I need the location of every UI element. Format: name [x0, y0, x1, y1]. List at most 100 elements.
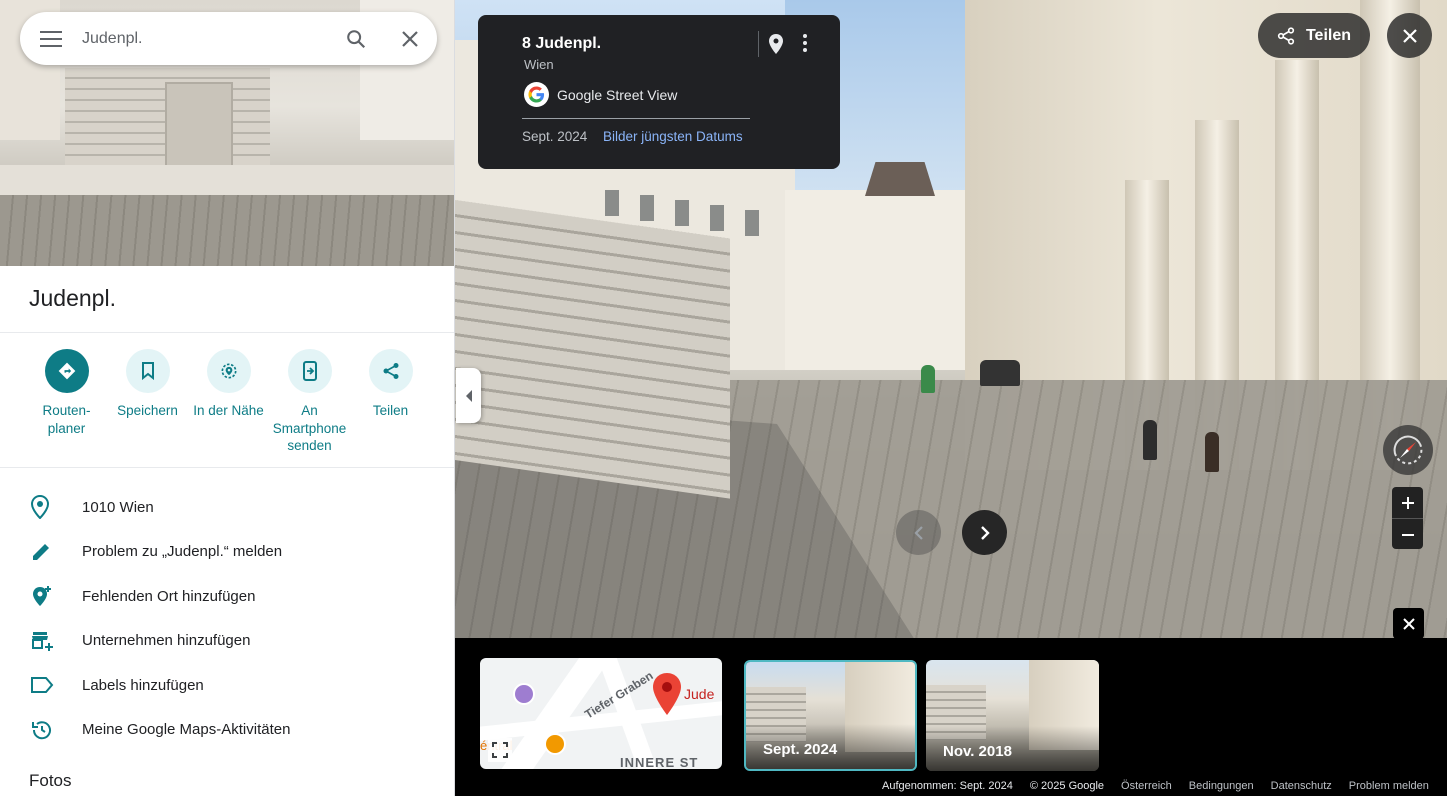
- nearby-label: In der Nähe: [193, 403, 264, 418]
- zoom-in-button[interactable]: [1392, 487, 1423, 518]
- divider: [758, 31, 759, 57]
- directions-icon-circle: [44, 349, 89, 393]
- directions-label: Routen- planer: [42, 403, 91, 436]
- timeline-thumbnail-2018[interactable]: Nov. 2018: [926, 660, 1099, 771]
- place-label: Jude: [684, 686, 715, 702]
- expand-map-button[interactable]: [488, 738, 512, 762]
- add-missing-place-text: Fehlenden Ort hinzufügen: [82, 587, 256, 605]
- person: [921, 365, 935, 393]
- thumbnail-date: Nov. 2018: [943, 743, 1012, 760]
- close-timeline-button[interactable]: [1393, 608, 1424, 639]
- add-label-row[interactable]: Labels hinzufügen: [0, 663, 454, 708]
- building-center: [785, 162, 975, 370]
- street-view-info-card: 8 Judenpl. Wien Google Street View Sept.…: [478, 15, 840, 169]
- search-input[interactable]: [82, 29, 329, 48]
- cafe-icon: [544, 733, 566, 755]
- send-to-phone-button[interactable]: An Smartphone senden: [269, 349, 350, 455]
- add-missing-place-row[interactable]: Fehlenden Ort hinzufügen: [0, 574, 454, 619]
- nearby-icon: [221, 363, 236, 379]
- compass-button[interactable]: [1383, 425, 1433, 475]
- chevron-right-icon: [980, 525, 990, 540]
- card-title: 8 Judenpl.: [522, 35, 602, 52]
- save-icon-circle: [125, 349, 170, 393]
- maps-activity-row[interactable]: Meine Google Maps-Aktivitäten: [0, 708, 454, 753]
- history-icon: [32, 721, 51, 739]
- share-street-view-button[interactable]: Teilen: [1258, 13, 1370, 58]
- menu-button[interactable]: [20, 12, 82, 65]
- address-text: 1010 Wien: [82, 498, 154, 516]
- share-icon: [1277, 26, 1295, 45]
- terms-link[interactable]: Bedingungen: [1189, 780, 1254, 792]
- place-panel: Judenpl. Routen- planer Speichern In der…: [0, 0, 455, 796]
- add-business-row[interactable]: Unternehmen hinzufügen: [0, 619, 454, 664]
- add-business-text: Unternehmen hinzufügen: [82, 632, 251, 650]
- nearby-button[interactable]: In der Nähe: [188, 349, 269, 455]
- google-logo-icon: [524, 82, 549, 107]
- save-label: Speichern: [117, 403, 178, 418]
- save-button[interactable]: Speichern: [107, 349, 188, 455]
- memorial-image: [65, 68, 270, 168]
- report-problem-text: Problem zu „Judenpl.“ melden: [82, 543, 283, 561]
- district-label: INNERE ST: [620, 755, 699, 769]
- share-street-view-label: Teilen: [1305, 26, 1352, 44]
- previous-image-button[interactable]: [896, 510, 941, 555]
- close-icon: [1402, 28, 1417, 43]
- show-on-map-button[interactable]: [766, 32, 786, 61]
- search-icon: [347, 29, 366, 48]
- share-icon: [383, 363, 398, 379]
- close-street-view-button[interactable]: [1387, 13, 1432, 58]
- privacy-link[interactable]: Datenschutz: [1271, 780, 1332, 792]
- hamburger-icon: [40, 30, 62, 47]
- minus-icon: [1401, 533, 1414, 536]
- clear-search-button[interactable]: [383, 12, 437, 65]
- person: [1143, 420, 1157, 460]
- send-to-phone-label: An Smartphone senden: [272, 403, 347, 453]
- report-problem-row[interactable]: Problem zu „Judenpl.“ melden: [0, 530, 454, 575]
- search-button[interactable]: [329, 12, 383, 65]
- report-problem-link[interactable]: Problem melden: [1349, 780, 1429, 792]
- add-business-icon: [32, 631, 53, 651]
- nearby-icon-circle: [206, 349, 251, 393]
- memorial-wall: [455, 200, 730, 499]
- chevron-left-icon: [465, 389, 472, 402]
- map-pin-icon: [653, 673, 681, 715]
- person-group: [980, 360, 1020, 386]
- directions-icon: [58, 362, 75, 380]
- thumbnail-date: Sept. 2024: [763, 741, 838, 758]
- place-details-list: 1010 Wien Problem zu „Judenpl.“ melden F…: [0, 485, 454, 753]
- mini-map[interactable]: Tiefer Graben éntral Jude INNERE ST: [480, 658, 722, 769]
- person: [1205, 432, 1219, 472]
- timeline-thumbnail-2024[interactable]: Sept. 2024: [744, 660, 917, 771]
- newest-images-link[interactable]: Bilder jüngsten Datums: [603, 129, 743, 144]
- share-button[interactable]: Teilen: [350, 349, 431, 455]
- share-icon-circle: [368, 349, 413, 393]
- poi-purple-icon: [513, 683, 535, 705]
- capture-date: Sept. 2024: [522, 129, 588, 144]
- compass-icon: [1393, 435, 1423, 465]
- more-options-button[interactable]: [798, 32, 812, 59]
- chevron-left-icon: [913, 525, 923, 540]
- zoom-out-button[interactable]: [1392, 519, 1423, 549]
- timeline-strip: Tiefer Graben éntral Jude INNERE ST Sept…: [455, 638, 1447, 796]
- next-image-button[interactable]: [962, 510, 1007, 555]
- send-to-phone-icon: [302, 361, 317, 381]
- place-title: Judenpl.: [29, 285, 116, 311]
- more-vert-icon: [803, 34, 807, 52]
- add-label-text: Labels hinzufügen: [82, 676, 204, 694]
- directions-button[interactable]: Routen- planer: [26, 349, 107, 455]
- close-icon: [402, 30, 418, 47]
- captured-date: Aufgenommen: Sept. 2024: [882, 780, 1013, 792]
- maps-activity-text: Meine Google Maps-Aktivitäten: [82, 721, 291, 739]
- fullscreen-icon: [492, 742, 508, 758]
- add-location-icon: [33, 586, 51, 607]
- country-link[interactable]: Österreich: [1121, 780, 1172, 792]
- card-subtitle: Wien: [524, 57, 554, 72]
- label-icon: [31, 677, 54, 694]
- street-view-source: Google Street View: [524, 82, 677, 107]
- collapse-panel-button[interactable]: [456, 368, 481, 423]
- action-buttons: Routen- planer Speichern In der Nähe An …: [26, 349, 431, 455]
- zoom-controls: [1392, 487, 1423, 549]
- address-row[interactable]: 1010 Wien: [0, 485, 454, 530]
- send-icon-circle: [287, 349, 332, 393]
- share-label: Teilen: [372, 403, 409, 418]
